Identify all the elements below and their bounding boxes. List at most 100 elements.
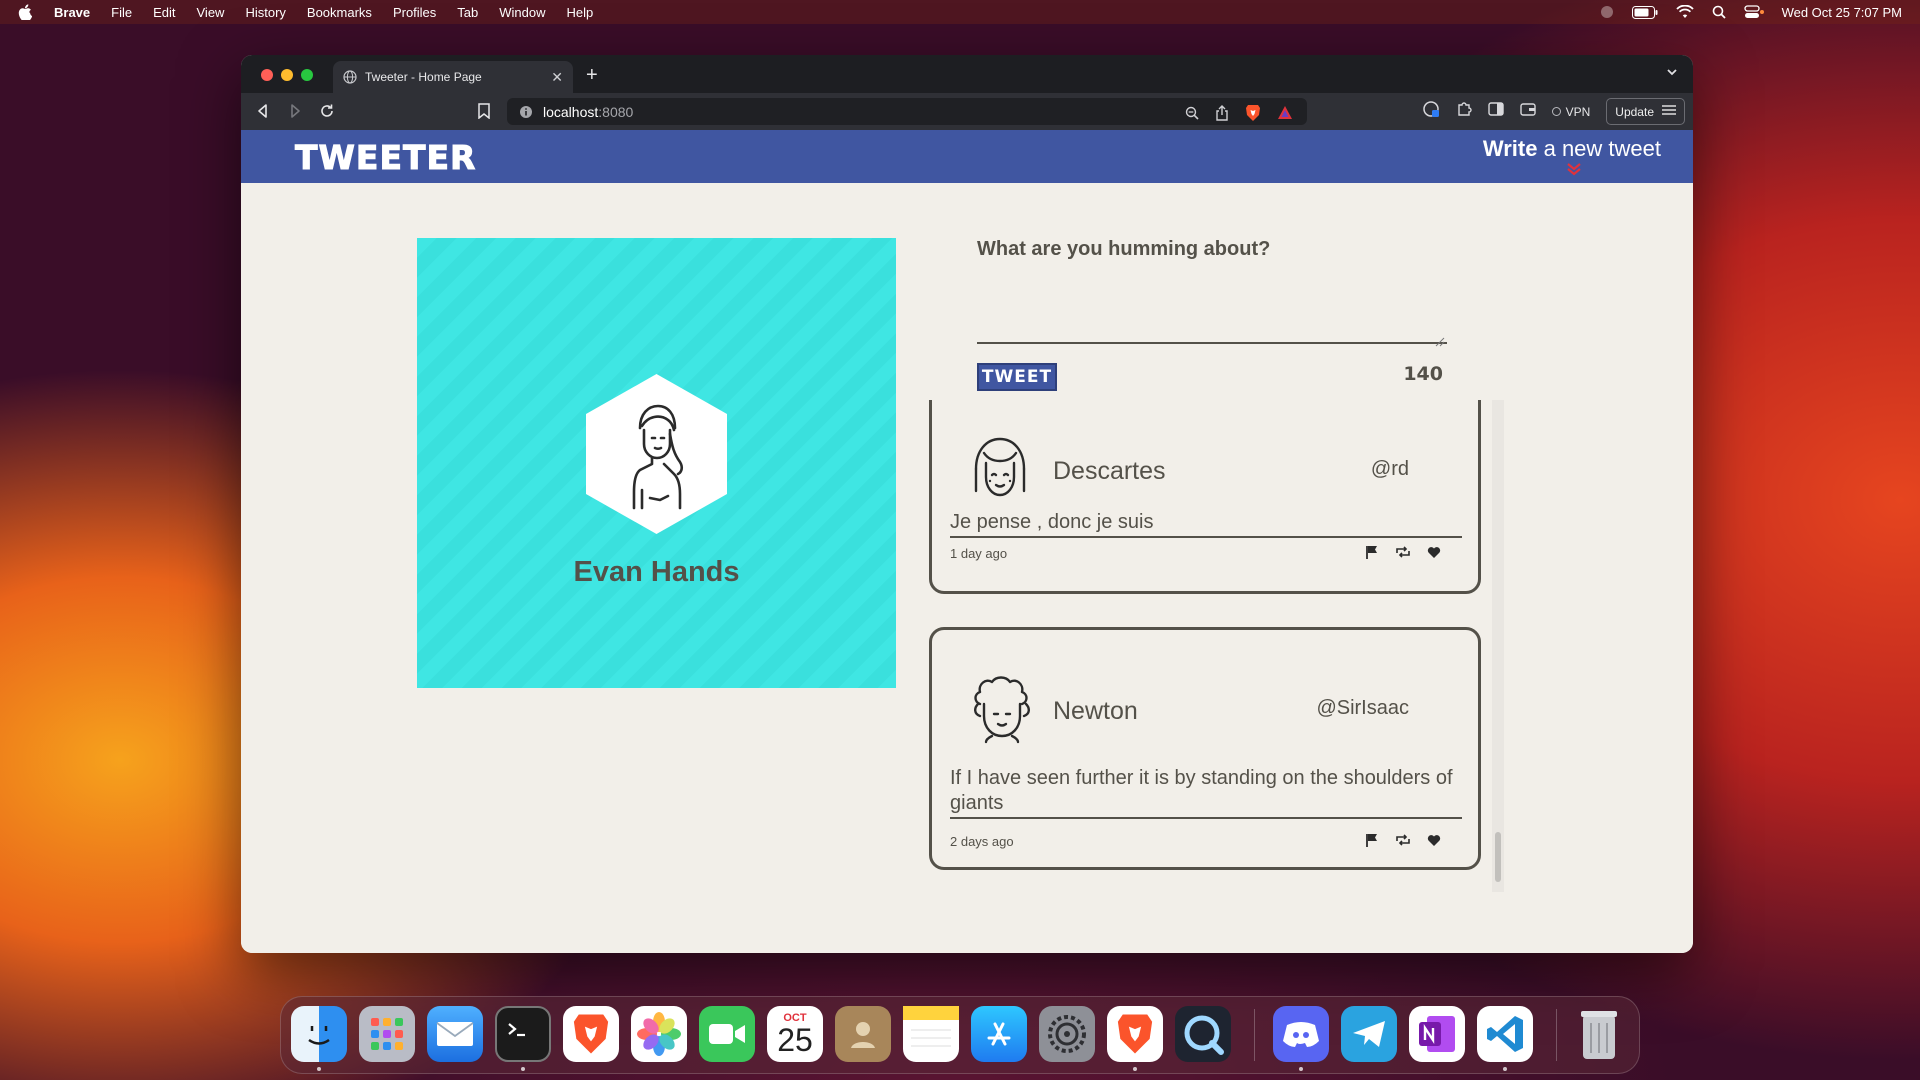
finder-app-icon[interactable] [291, 1006, 347, 1062]
write-rest-text: a new tweet [1537, 136, 1661, 161]
sidebar-toggle-icon[interactable] [1487, 102, 1504, 121]
record-status-icon[interactable] [1600, 5, 1614, 19]
zoom-window-button[interactable] [301, 69, 313, 81]
trash-icon[interactable] [1571, 1006, 1627, 1062]
brave-running-indicator [1133, 1067, 1137, 1071]
user-profile-card: Evan Hands [417, 238, 896, 688]
heart-icon[interactable] [1427, 546, 1441, 564]
write-bold-text: Write [1482, 136, 1538, 161]
double-chevron-down-icon[interactable] [1565, 162, 1583, 176]
tweet-actions [1365, 833, 1441, 852]
brave-browser-app-icon[interactable] [563, 1006, 619, 1062]
menu-view[interactable]: View [197, 5, 225, 20]
feed-scrollbar[interactable] [1492, 400, 1504, 892]
terminal-app-icon[interactable] [495, 1006, 551, 1062]
telegram-app-icon[interactable] [1341, 1006, 1397, 1062]
app-store-app-icon[interactable] [971, 1006, 1027, 1062]
flag-icon[interactable] [1365, 833, 1379, 852]
apple-menu-icon[interactable] [18, 4, 34, 20]
bookmark-icon[interactable] [477, 103, 491, 119]
menu-edit[interactable]: Edit [153, 5, 175, 20]
brave-app-icon-2[interactable] [1107, 1006, 1163, 1062]
menu-window[interactable]: Window [499, 5, 545, 20]
tab-close-icon[interactable]: ✕ [551, 69, 563, 86]
wifi-icon[interactable] [1675, 5, 1694, 19]
scrollbar-thumb[interactable] [1495, 832, 1501, 882]
tweet-content: Je pense , donc je suis [950, 510, 1462, 538]
mail-app-icon[interactable] [427, 1006, 483, 1062]
control-center-icon[interactable] [1743, 5, 1764, 19]
tweet-timestamp: 1 day ago [950, 546, 1008, 561]
contacts-app-icon[interactable] [835, 1006, 891, 1062]
terminal-running-indicator [521, 1067, 525, 1071]
resize-grip-icon[interactable] [1435, 334, 1445, 352]
newton-avatar-icon [970, 674, 1034, 749]
photos-app-icon[interactable] [631, 1006, 687, 1062]
share-icon[interactable] [1215, 105, 1229, 124]
finder-running-indicator [317, 1067, 321, 1071]
discord-app-icon[interactable] [1273, 1006, 1329, 1062]
menu-file[interactable]: File [111, 5, 132, 20]
facetime-app-icon[interactable] [699, 1006, 755, 1062]
toolbar-right-group: VPN Update [1422, 98, 1685, 125]
brave-rewards-icon[interactable] [1277, 105, 1293, 124]
tweet-card: Newton @SirIsaac If I have seen further … [929, 627, 1481, 870]
menu-bookmarks[interactable]: Bookmarks [307, 5, 372, 20]
flag-icon[interactable] [1365, 545, 1379, 564]
menu-tab[interactable]: Tab [457, 5, 478, 20]
menu-history[interactable]: History [245, 5, 285, 20]
site-info-icon[interactable] [519, 105, 533, 119]
reload-icon[interactable] [319, 103, 335, 119]
url-host: localhost [543, 103, 599, 120]
new-tab-button[interactable]: + [586, 64, 598, 87]
tweet-content: If I have seen further it is by standing… [950, 766, 1462, 819]
system-settings-app-icon[interactable] [1039, 1006, 1095, 1062]
back-arrow-icon[interactable] [255, 103, 271, 119]
tweet-actions [1365, 545, 1441, 564]
spotlight-search-icon[interactable] [1712, 5, 1726, 19]
menu-help[interactable]: Help [567, 5, 594, 20]
address-bar[interactable]: localhost:8080 [507, 98, 1307, 125]
heart-icon[interactable] [1427, 834, 1441, 852]
menu-app-name[interactable]: Brave [54, 5, 90, 20]
tweet-text-input[interactable] [977, 272, 1447, 344]
browser-toolbar: localhost:8080 VPN Update [241, 93, 1693, 130]
close-window-button[interactable] [261, 69, 273, 81]
menu-bar-clock[interactable]: Wed Oct 25 7:07 PM [1782, 5, 1902, 20]
calendar-app-icon[interactable]: OCT 25 [767, 1006, 823, 1062]
minimize-window-button[interactable] [281, 69, 293, 81]
tweet-author-handle: @rd [1370, 458, 1409, 480]
browser-tab-active[interactable]: Tweeter - Home Page ✕ [333, 61, 573, 93]
tweet-feed[interactable]: Descartes @rd Je pense , donc je suis 1 … [929, 400, 1504, 892]
update-label: Update [1615, 104, 1654, 119]
globe-icon [343, 70, 357, 84]
retweet-icon[interactable] [1395, 545, 1411, 564]
brave-shields-icon[interactable] [1245, 104, 1261, 125]
wallet-icon[interactable] [1519, 102, 1536, 121]
notes-app-icon[interactable] [903, 1006, 959, 1062]
site-nav: TWEETER Write a new tweet [241, 130, 1693, 183]
site-brand[interactable]: TWEETER [294, 138, 476, 178]
tab-bar: Tweeter - Home Page ✕ + [241, 55, 1693, 93]
write-new-tweet-link[interactable]: Write a new tweet [1483, 136, 1661, 162]
tab-list-chevron-icon[interactable] [1665, 65, 1679, 84]
vpn-status-icon [1551, 107, 1561, 116]
vscode-app-icon[interactable] [1477, 1006, 1533, 1062]
zoom-icon[interactable] [1185, 106, 1199, 123]
extensions-puzzle-icon[interactable] [1456, 101, 1472, 122]
tweet-author-name: Descartes [1053, 457, 1166, 485]
battery-icon[interactable] [1631, 5, 1658, 19]
update-button[interactable]: Update [1606, 98, 1685, 125]
tweet-submit-button[interactable]: TWEET [977, 363, 1057, 391]
retweet-icon[interactable] [1395, 833, 1411, 852]
macos-dock: OCT 25 [280, 996, 1640, 1074]
wallet-extension-icon[interactable] [1422, 100, 1440, 123]
quicktime-app-icon[interactable] [1175, 1006, 1231, 1062]
hamburger-menu-icon[interactable] [1662, 104, 1676, 119]
launchpad-app-icon[interactable] [359, 1006, 415, 1062]
vpn-button[interactable]: VPN [1551, 105, 1590, 119]
new-tweet-form: What are you humming about? TWEET 140 [977, 238, 1447, 391]
menu-profiles[interactable]: Profiles [393, 5, 436, 20]
onenote-app-icon[interactable] [1409, 1006, 1465, 1062]
forward-arrow-icon[interactable] [287, 103, 303, 119]
